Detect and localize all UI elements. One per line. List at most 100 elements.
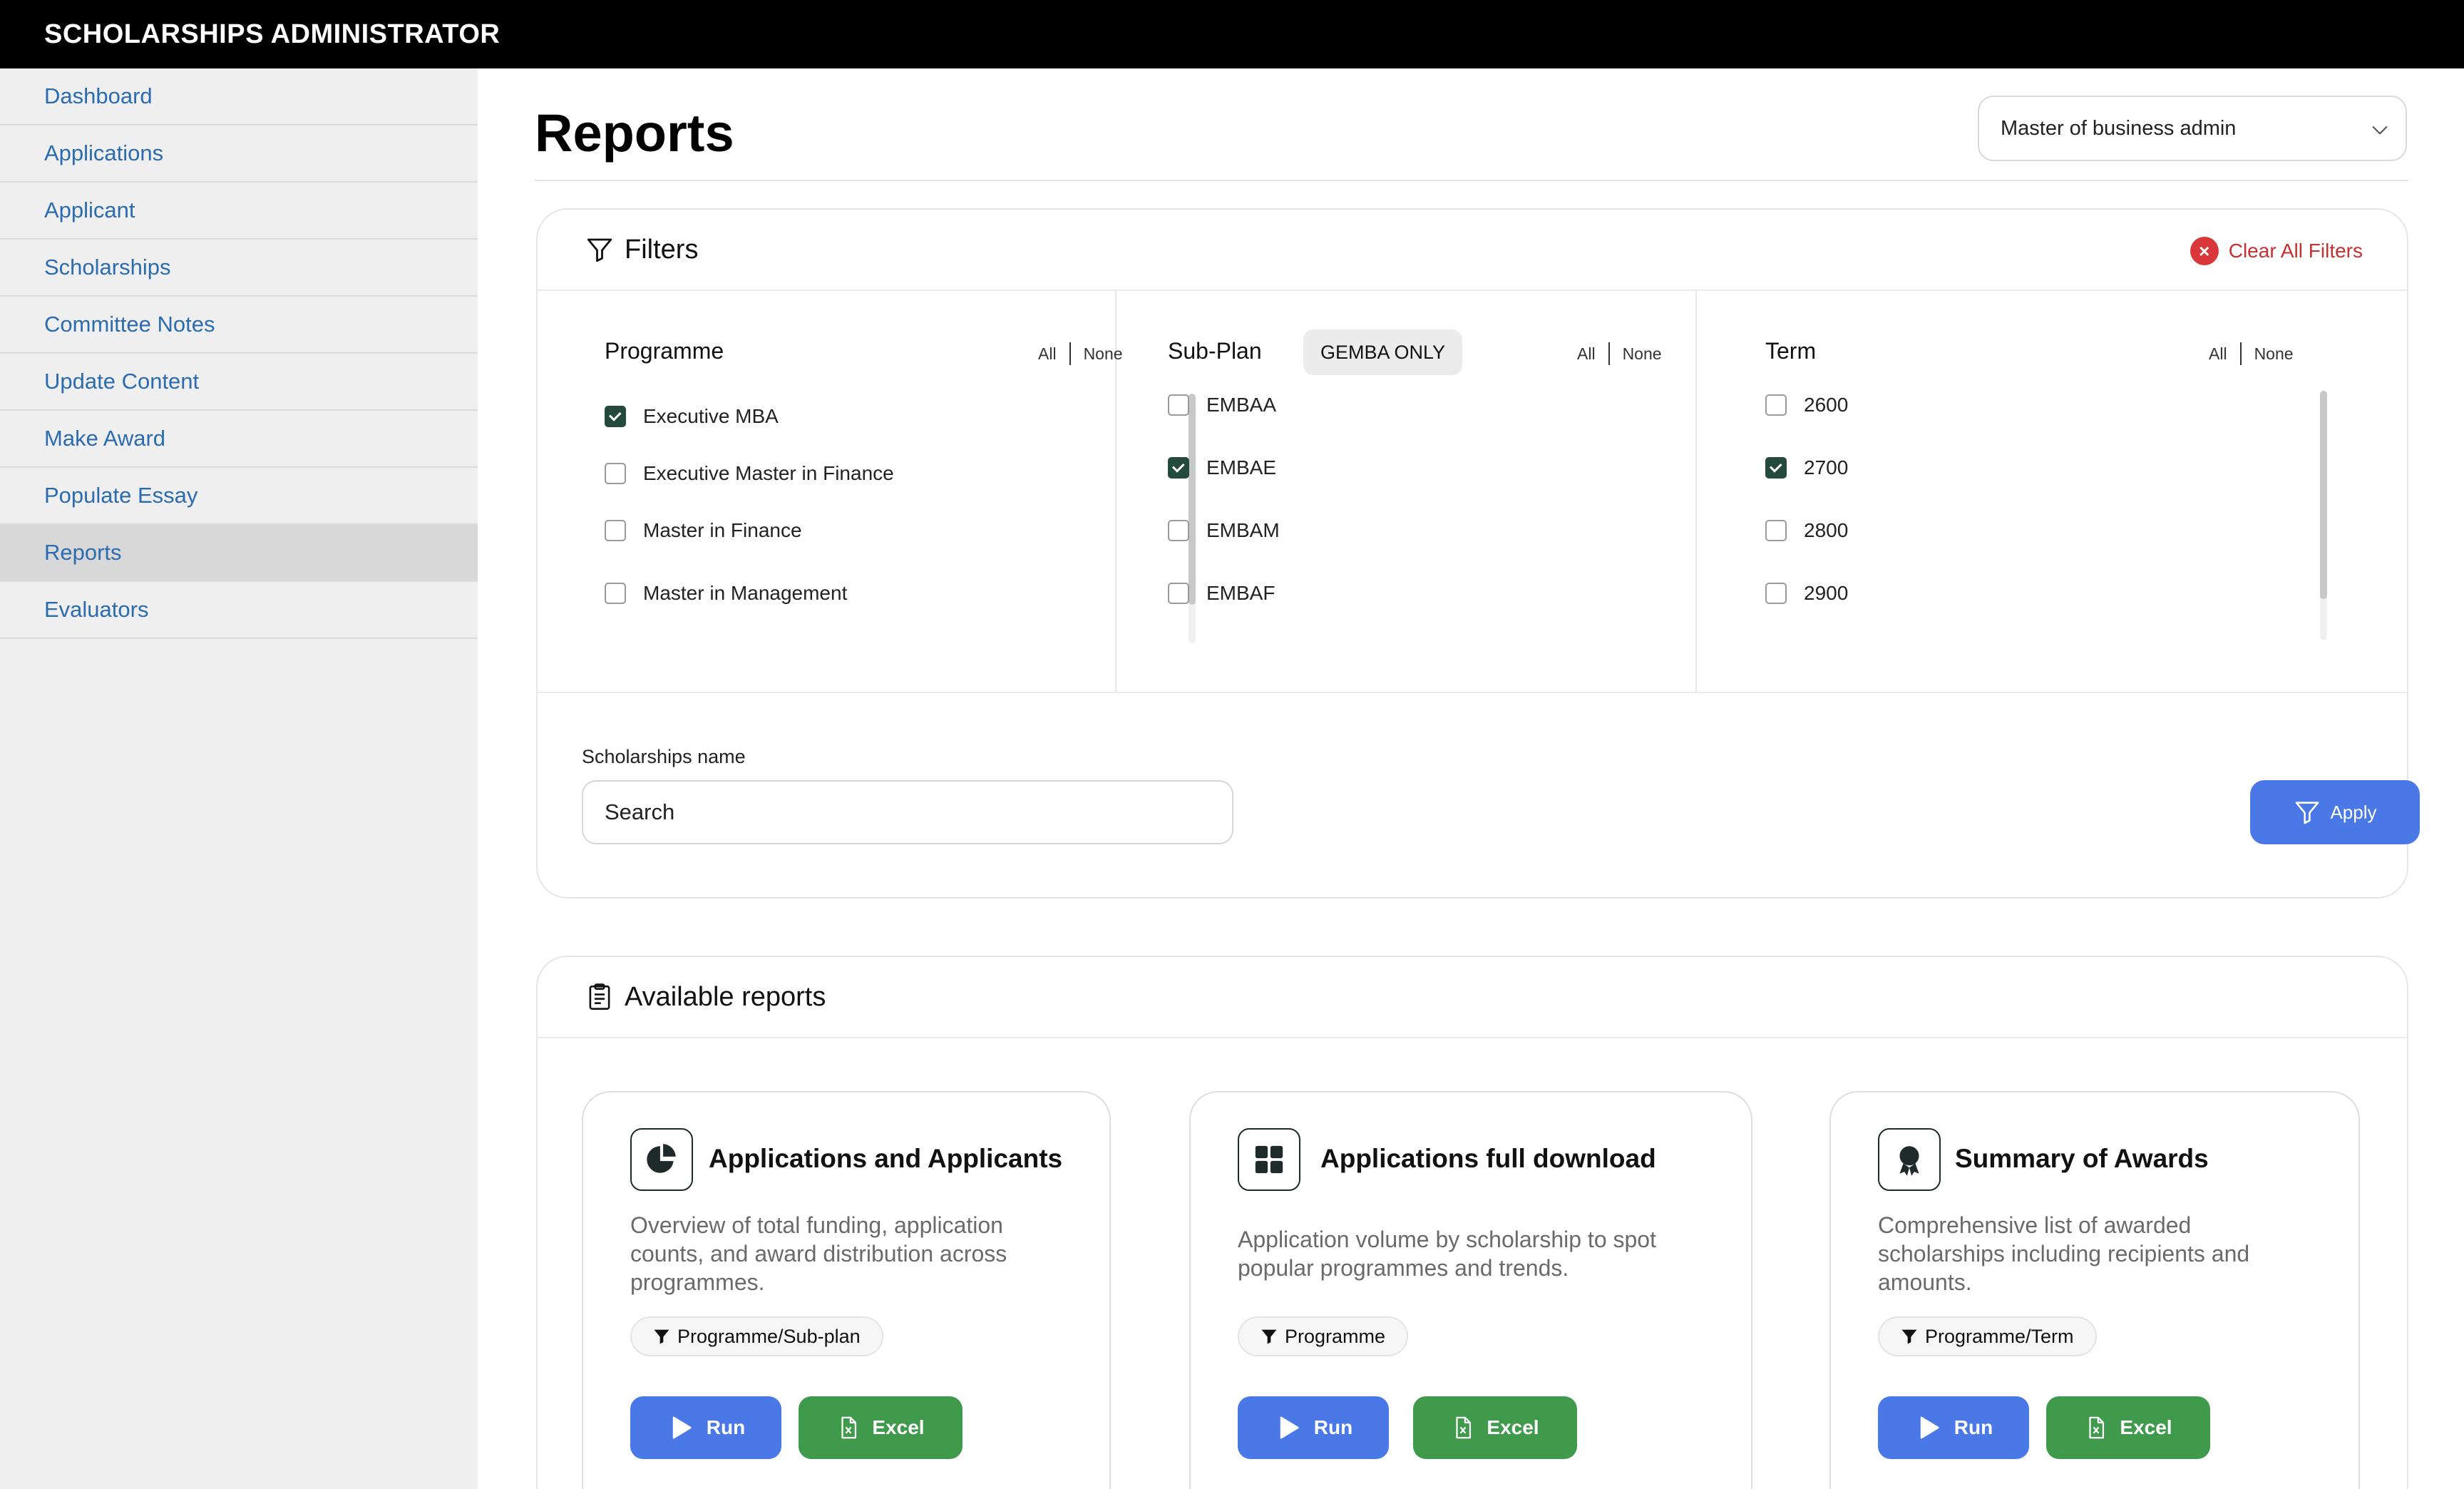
report-card-applications-and-applicants: Applications and Applicants Overview of … bbox=[582, 1091, 1111, 1489]
sidebar-item-applications[interactable]: Applications bbox=[0, 126, 478, 183]
clear-all-filters-button[interactable]: × Clear All Filters bbox=[2190, 237, 2363, 265]
term-filter: Term All None 2600 2700 2800 2900 bbox=[1697, 291, 2407, 693]
play-icon bbox=[672, 1416, 692, 1439]
run-button[interactable]: Run bbox=[1238, 1396, 1389, 1459]
term-scrollbar[interactable] bbox=[2320, 391, 2327, 640]
scholarships-name-label: Scholarships name bbox=[582, 746, 746, 767]
checkbox[interactable] bbox=[1765, 394, 1787, 416]
subplan-option[interactable]: EMBAA bbox=[1168, 394, 1276, 416]
program-select-value: Master of business admin bbox=[2001, 116, 2237, 140]
filter-columns: Programme All None Executive MBA Executi… bbox=[538, 291, 2407, 693]
close-circle-icon: × bbox=[2190, 237, 2219, 265]
report-filter-tag: Programme/Term bbox=[1878, 1316, 2097, 1356]
run-button[interactable]: Run bbox=[1878, 1396, 2029, 1459]
subplan-select-all[interactable]: All bbox=[1577, 344, 1596, 364]
programme-filter-title: Programme bbox=[605, 338, 724, 364]
option-label: EMBAE bbox=[1206, 456, 1277, 479]
subplan-option[interactable]: EMBAM bbox=[1168, 519, 1280, 542]
subplan-select-none[interactable]: None bbox=[1623, 344, 1662, 364]
sidebar-item-scholarships[interactable]: Scholarships bbox=[0, 240, 478, 297]
checkbox[interactable] bbox=[1765, 583, 1787, 604]
term-option[interactable]: 2700 bbox=[1765, 456, 1848, 479]
divider bbox=[1069, 342, 1071, 365]
programme-option[interactable]: Master in Management bbox=[605, 582, 847, 605]
term-select-all[interactable]: All bbox=[2209, 344, 2227, 364]
term-option[interactable]: 2600 bbox=[1765, 394, 1848, 416]
programme-option[interactable]: Executive Master in Finance bbox=[605, 462, 894, 485]
program-select[interactable]: Master of business admin bbox=[1978, 96, 2407, 161]
checkbox[interactable] bbox=[605, 520, 626, 541]
scrollbar-thumb[interactable] bbox=[2320, 391, 2327, 599]
sidebar-item-applicant[interactable]: Applicant bbox=[0, 183, 478, 240]
excel-label: Excel bbox=[2120, 1416, 2172, 1438]
term-select-none[interactable]: None bbox=[2254, 344, 2294, 364]
option-label: Master in Management bbox=[643, 582, 848, 604]
play-icon bbox=[1280, 1416, 1299, 1439]
checkbox[interactable] bbox=[1765, 520, 1787, 541]
run-label: Run bbox=[706, 1416, 746, 1438]
programme-select-all[interactable]: All bbox=[1038, 344, 1057, 364]
sidebar-item-committee-notes[interactable]: Committee Notes bbox=[0, 297, 478, 354]
sidebar-item-update-content[interactable]: Update Content bbox=[0, 354, 478, 411]
option-label: EMBAA bbox=[1206, 394, 1277, 416]
option-label: 2600 bbox=[1804, 394, 1849, 416]
report-title: Applications full download bbox=[1320, 1144, 1656, 1173]
sidebar: Dashboard Applications Applicant Scholar… bbox=[0, 68, 478, 1489]
term-option[interactable]: 2800 bbox=[1765, 519, 1848, 542]
report-card-summary-of-awards: Summary of Awards Comprehensive list of … bbox=[1829, 1091, 2360, 1489]
checkbox[interactable] bbox=[1168, 583, 1189, 604]
term-option[interactable]: 2900 bbox=[1765, 582, 1848, 605]
excel-button[interactable]: Excel bbox=[799, 1396, 962, 1459]
excel-label: Excel bbox=[1487, 1416, 1539, 1438]
run-label: Run bbox=[1313, 1416, 1353, 1438]
reports-header: Available reports bbox=[538, 957, 2407, 1038]
divider bbox=[1608, 342, 1610, 365]
app-header: SCHOLARSHIPS ADMINISTRATOR bbox=[0, 0, 2464, 68]
checkbox[interactable] bbox=[1168, 520, 1189, 541]
filters-header: Filters × Clear All Filters bbox=[538, 210, 2407, 291]
excel-button[interactable]: Excel bbox=[1413, 1396, 1577, 1459]
filter-icon bbox=[1901, 1329, 1917, 1344]
scholarships-search-input[interactable] bbox=[582, 780, 1233, 844]
programme-option[interactable]: Master in Finance bbox=[605, 519, 802, 542]
option-label: 2800 bbox=[1804, 519, 1849, 541]
programme-all-none: All None bbox=[1038, 342, 1123, 365]
reports-title: Available reports bbox=[625, 981, 826, 1012]
report-filter-tag: Programme bbox=[1238, 1316, 1409, 1356]
report-title: Applications and Applicants bbox=[709, 1144, 1063, 1173]
gemba-only-badge[interactable]: GEMBA ONLY bbox=[1303, 329, 1463, 375]
checkbox[interactable] bbox=[605, 463, 626, 484]
option-label: Executive MBA bbox=[643, 405, 779, 427]
filter-icon bbox=[2296, 802, 2319, 824]
checkbox[interactable] bbox=[605, 406, 626, 427]
checkbox[interactable] bbox=[1765, 457, 1787, 479]
run-button[interactable]: Run bbox=[630, 1396, 781, 1459]
programme-filter: Programme All None Executive MBA Executi… bbox=[538, 291, 1196, 693]
filters-title: Filters bbox=[625, 234, 699, 265]
apply-label: Apply bbox=[2330, 801, 2377, 823]
sidebar-item-dashboard[interactable]: Dashboard bbox=[0, 68, 478, 126]
checkbox[interactable] bbox=[1168, 394, 1189, 416]
app-title: SCHOLARSHIPS ADMINISTRATOR bbox=[44, 19, 500, 49]
pie-chart-icon bbox=[630, 1128, 693, 1191]
subplan-option[interactable]: EMBAF bbox=[1168, 582, 1275, 605]
apply-button[interactable]: Apply bbox=[2250, 780, 2420, 844]
grid-icon bbox=[1238, 1128, 1300, 1191]
excel-label: Excel bbox=[872, 1416, 925, 1438]
option-label: 2900 bbox=[1804, 582, 1849, 604]
programme-option[interactable]: Executive MBA bbox=[605, 405, 779, 428]
subplan-option[interactable]: EMBAE bbox=[1168, 456, 1276, 479]
sidebar-item-reports[interactable]: Reports bbox=[0, 525, 478, 582]
sidebar-item-populate-essay[interactable]: Populate Essay bbox=[0, 468, 478, 525]
checkbox[interactable] bbox=[1168, 457, 1189, 479]
checkbox[interactable] bbox=[605, 583, 626, 604]
excel-button[interactable]: Excel bbox=[2046, 1396, 2210, 1459]
option-label: 2700 bbox=[1804, 456, 1849, 479]
sidebar-item-make-award[interactable]: Make Award bbox=[0, 411, 478, 468]
chevron-down-icon bbox=[2372, 126, 2388, 135]
available-reports-panel: Available reports Applications and Appli… bbox=[536, 956, 2408, 1489]
title-divider bbox=[535, 180, 2408, 181]
report-filter-tag-label: Programme bbox=[1285, 1325, 1386, 1347]
report-filter-tag-label: Programme/Sub-plan bbox=[677, 1325, 861, 1347]
sidebar-item-evaluators[interactable]: Evaluators bbox=[0, 582, 478, 639]
